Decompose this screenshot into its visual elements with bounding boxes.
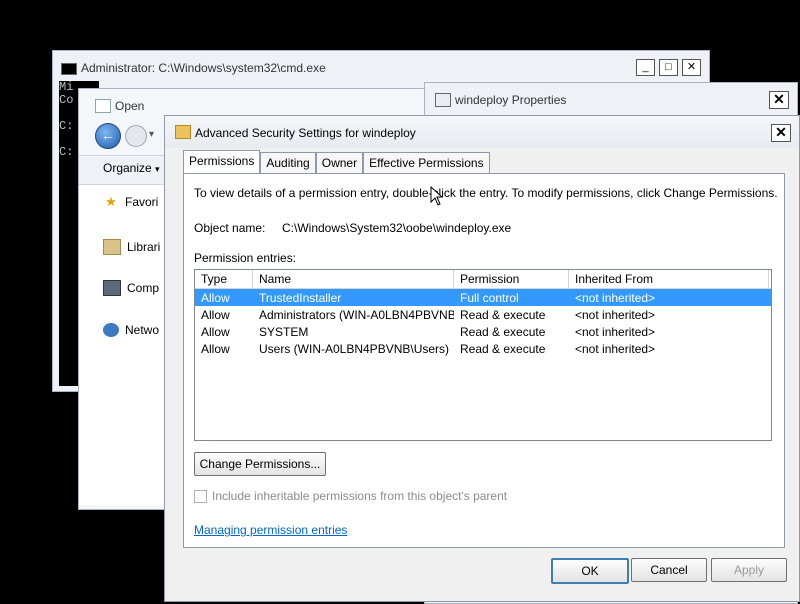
cell-permission: Full control: [460, 290, 519, 305]
cancel-button[interactable]: Cancel: [631, 558, 707, 582]
object-name-label: Object name:: [194, 221, 266, 235]
cell-inherited-from: <not inherited>: [575, 341, 656, 356]
close-button[interactable]: ✕: [682, 59, 701, 76]
inherit-permissions-option[interactable]: Include inheritable permissions from thi…: [194, 489, 507, 503]
list-header: Type Name Permission Inherited From: [195, 270, 771, 289]
cell-inherited-from: <not inherited>: [575, 324, 656, 339]
nav-item-network[interactable]: Netwo: [103, 323, 159, 337]
cell-inherited-from: <not inherited>: [575, 290, 656, 305]
close-button[interactable]: ✕: [771, 124, 791, 142]
cell-type: Allow: [201, 290, 230, 305]
nav-item-libraries[interactable]: Librari: [103, 239, 160, 255]
column-header-type[interactable]: Type: [195, 270, 253, 288]
inherit-checkbox-label: Include inheritable permissions from thi…: [212, 489, 508, 503]
nav-item-favorites[interactable]: ★ Favori: [103, 194, 159, 210]
maximize-button[interactable]: □: [659, 59, 678, 76]
permissions-panel: To view details of a permission entry, d…: [183, 173, 785, 548]
managing-permissions-link[interactable]: Managing permission entries: [194, 523, 347, 537]
nav-item-computer[interactable]: Comp: [103, 280, 159, 296]
cell-permission: Read & execute: [460, 324, 546, 339]
minimize-button[interactable]: _: [636, 59, 655, 76]
properties-title: windeploy Properties: [455, 93, 567, 107]
back-arrow-icon[interactable]: ←: [95, 123, 121, 149]
list-item[interactable]: Allow TrustedInstaller Full control <not…: [195, 289, 771, 306]
cell-name: SYSTEM: [259, 324, 309, 339]
nav-item-label: Librari: [127, 240, 161, 254]
change-permissions-button[interactable]: Change Permissions...: [194, 452, 326, 476]
close-button[interactable]: ✕: [769, 91, 789, 109]
advanced-security-dialog[interactable]: Advanced Security Settings for windeploy…: [164, 115, 800, 602]
apply-button[interactable]: Apply: [711, 558, 787, 582]
cell-type: Allow: [201, 307, 230, 322]
network-icon: [103, 323, 119, 337]
column-header-permission[interactable]: Permission: [454, 270, 569, 288]
inherit-checkbox[interactable]: [194, 489, 207, 503]
window-icon: [95, 99, 111, 113]
nav-item-label: Comp: [127, 281, 160, 295]
cell-type: Allow: [201, 324, 230, 339]
object-name-value: C:\Windows\System32\oobe\windeploy.exe: [282, 221, 512, 235]
nav-item-label: Favori: [125, 195, 159, 209]
cell-name: TrustedInstaller: [259, 290, 342, 305]
cell-inherited-from: <not inherited>: [575, 307, 656, 322]
instructions-text: To view details of a permission entry, d…: [194, 186, 778, 200]
tab-permissions[interactable]: Permissions: [183, 150, 261, 174]
console-icon: [61, 63, 77, 75]
chevron-down-icon: ▾: [155, 164, 160, 174]
column-header-name[interactable]: Name: [253, 270, 454, 288]
nav-item-label: Netwo: [125, 323, 160, 337]
chevron-down-icon[interactable]: ▾: [149, 129, 154, 140]
forward-arrow-icon[interactable]: [125, 125, 147, 147]
properties-icon: [435, 93, 451, 107]
open-dialog-title: Open: [115, 99, 145, 113]
permission-entries-list[interactable]: Type Name Permission Inherited From Allo…: [194, 269, 772, 441]
cell-permission: Read & execute: [460, 307, 546, 322]
organize-menu[interactable]: Organize ▾: [103, 161, 160, 175]
list-item[interactable]: Allow Administrators (WIN-A0LBN4PBVNB\..…: [195, 306, 771, 323]
folder-icon: [175, 125, 191, 139]
list-item[interactable]: Allow SYSTEM Read & execute <not inherit…: [195, 323, 771, 340]
library-icon: [103, 239, 121, 255]
cmd-window-controls: _ □ ✕: [636, 59, 701, 76]
star-icon: ★: [105, 194, 117, 209]
organize-label: Organize: [103, 161, 152, 175]
cmd-window-title: Administrator: C:\Windows\system32\cmd.e…: [81, 61, 326, 75]
cell-name: Users (WIN-A0LBN4PBVNB\Users): [259, 341, 450, 356]
computer-icon: [103, 280, 121, 296]
dialog-title: Advanced Security Settings for windeploy: [195, 126, 416, 140]
ok-button[interactable]: OK: [551, 558, 629, 584]
mouse-cursor-icon: [430, 186, 444, 206]
list-item[interactable]: Allow Users (WIN-A0LBN4PBVNB\Users) Read…: [195, 340, 771, 357]
cell-permission: Read & execute: [460, 341, 546, 356]
permission-entries-label: Permission entries:: [194, 251, 297, 265]
column-header-inherited-from[interactable]: Inherited From: [569, 270, 769, 288]
cell-type: Allow: [201, 341, 230, 356]
cell-name: Administrators (WIN-A0LBN4PBVNB\...: [259, 307, 454, 322]
